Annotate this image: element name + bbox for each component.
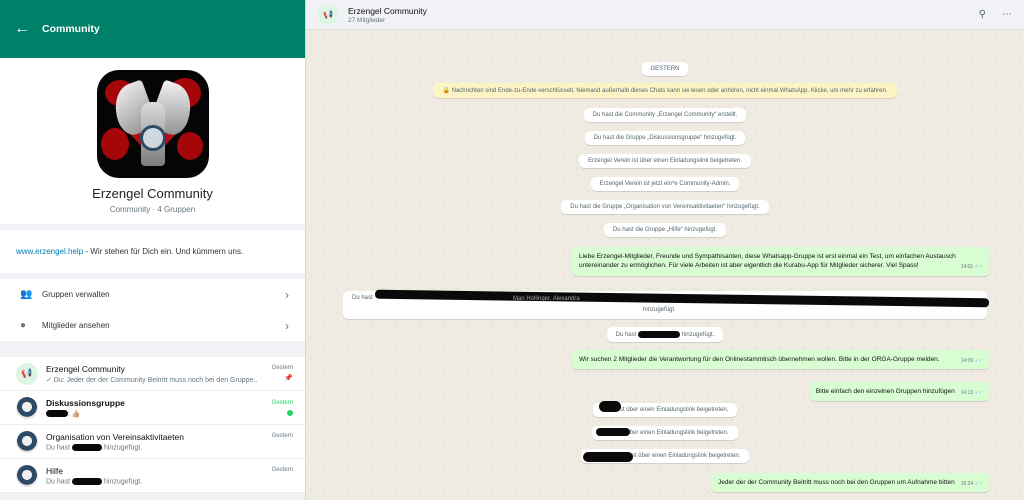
system-message-added: Du hast Man Hollinger, Alexandra hinzuge… [343,289,990,319]
search-icon[interactable]: ⚲ [979,9,986,20]
system-message-added: Du hast hinzugefügt. [606,327,724,343]
outgoing-message[interactable]: Jeder der der Community Beitritt muss no… [711,473,990,493]
group-message-suffix: hinzugefügt. [104,478,143,486]
message-text: Jeder der der Community Beitritt muss no… [718,479,955,486]
community-description: www.erzengel.help - Wir stehen für Dich … [0,230,305,273]
group-avatar [16,430,38,453]
manage-groups-button[interactable]: 👥 Gruppen verwalten › [0,279,305,310]
pin-icon: 📌 [284,375,293,382]
more-vertical-icon[interactable]: ⋯ [1002,9,1012,20]
double-check-icon: ✓✓ [974,390,983,396]
community-subtitle: Community · 4 Gruppen [109,205,196,214]
chat-header[interactable]: 📢 Erzengel Community 27 Mitglieder ⚲ ⋯ [306,0,1024,30]
group-time: Gestern [271,399,293,406]
group-list: 📢 Erzengel Community ✓ Du: Jeder der der… [0,357,305,493]
system-message: Erzengel Verein ist über einen Einladung… [579,154,751,168]
outgoing-message[interactable]: Liebe Erzengel-Mitglieder, Freunde und S… [572,247,990,276]
system-message: Du hast die Gruppe „Organisation von Ver… [561,200,769,214]
system-message-joined: über einen Einladungslink beigetreten. [592,426,738,440]
added-suffix: hinzugefügt. [643,307,676,313]
community-panel: ← Community Erzengel Community Community… [0,0,306,500]
megaphone-icon: 📢 [16,362,38,385]
message-text: Bitte einfach den einzelnen Gruppen hinz… [815,388,955,395]
view-members-button[interactable]: ● Mitglieder ansehen › [0,310,305,341]
group-time: Gestern [271,433,293,439]
added-prefix: Du hast [352,295,373,301]
message-time: 14:09 [960,358,974,364]
chat-messages[interactable]: GESTERN 🔒 Nachrichten sind Ende-zu-Ende-… [306,30,1024,500]
community-header-title: Community [42,23,100,35]
group-name: Erzengel Community [46,363,125,374]
system-message-joined: ist über einen Einladungslink beigetrete… [580,449,750,463]
community-name: Erzengel Community [92,186,213,201]
system-message-joined: ist über einen Einladungslink beigetrete… [592,401,738,417]
group-message-prefix: Du hast [46,478,71,486]
encryption-notice[interactable]: 🔒 Nachrichten sind Ende-zu-Ende-verschlü… [433,83,897,98]
outgoing-message[interactable]: Wir suchen 2 Mitglieder die Verantwortun… [572,350,990,370]
group-last-message: Du hast hinzugefügt. [46,443,257,452]
community-header: ← Community [0,0,305,58]
added-names: Man Hollinger, Alexandra [513,296,580,302]
double-check-icon: ✓✓ [974,358,983,364]
group-avatar [16,396,38,419]
message-time: 14:13 [960,390,974,396]
message-time: 14:01 [960,264,974,271]
view-members-label: Mitglieder ansehen [42,321,110,330]
description-text: - Wir stehen für Dich ein. Und kümmern u… [83,247,244,256]
joined-text: ist über einen Einladungslink beigetrete… [630,453,741,459]
double-check-icon: ✓✓ [974,264,983,271]
group-last-message: ✓ Du: Jeder der der Community Beitritt m… [46,376,257,384]
group-last-message: : 👍🏼 [46,410,257,418]
website-link[interactable]: www.erzengel.help [16,247,83,256]
double-check-icon: ✓✓ [974,481,983,487]
community-profile: Erzengel Community Community · 4 Gruppen [0,58,305,224]
community-actions: 👥 Gruppen verwalten › ● Mitglieder anseh… [0,279,305,341]
system-message: Du hast die Gruppe „Hilfe“ hinzugefügt. [603,223,727,237]
community-logo[interactable] [96,70,209,178]
group-time: Gestern [271,467,293,473]
added-prefix: Du hast [615,332,637,339]
group-message-suffix: hinzugefügt. [104,444,143,452]
group-time: Gestern [271,365,293,371]
group-avatar [16,464,38,487]
system-message: Erzengel Verein ist jetzt ein*e Communit… [590,177,740,191]
joined-text: ist über einen Einladungslink beigetrete… [618,407,729,413]
added-suffix: hinzugefügt. [681,332,715,339]
group-item-diskussionsgruppe[interactable]: Diskussionsgruppe : 👍🏼 Gestern [0,391,305,425]
manage-groups-label: Gruppen verwalten [42,290,110,299]
arrow-left-icon[interactable]: ← [14,20,40,38]
group-name: Hilfe [46,465,64,476]
message-time: 16:24 [960,481,974,487]
chat-subtitle: 27 Mitglieder [348,16,386,24]
person-icon: ● [20,320,27,331]
group-icon: 👥 [20,289,33,300]
group-last-message: Du hast hinzugefügt. [46,477,257,486]
date-divider: GESTERN [642,62,688,76]
joined-text: über einen Einladungslink beigetreten. [626,430,729,436]
group-item-erzengel-community[interactable]: 📢 Erzengel Community ✓ Du: Jeder der der… [0,357,305,391]
chat-title: Erzengel Community [348,5,427,16]
group-item-organisation[interactable]: Organisation von Vereinsaktivitaeten Du … [0,425,305,459]
message-text: Wir suchen 2 Mitglieder die Verantwortun… [579,356,940,363]
unread-indicator [287,409,293,416]
chevron-right-icon: › [285,318,289,333]
group-item-hilfe[interactable]: Hilfe Du hast hinzugefügt. Gestern [0,459,305,493]
outgoing-message[interactable]: Bitte einfach den einzelnen Gruppen hinz… [808,382,990,402]
group-message-prefix: Du hast [46,444,71,452]
message-text: Liebe Erzengel-Mitglieder, Freunde und S… [579,253,956,270]
group-name: Organisation von Vereinsaktivitaeten [46,431,184,442]
megaphone-icon: 📢 [318,4,338,25]
system-message: Du hast die Gruppe „Diskussionsgruppe“ h… [584,131,746,145]
system-message: Du hast die Community „Erzengel Communit… [583,108,747,122]
group-message-text: : 👍🏼 [68,410,81,418]
group-name: Diskussionsgruppe [46,397,125,408]
chevron-right-icon: › [285,287,289,302]
